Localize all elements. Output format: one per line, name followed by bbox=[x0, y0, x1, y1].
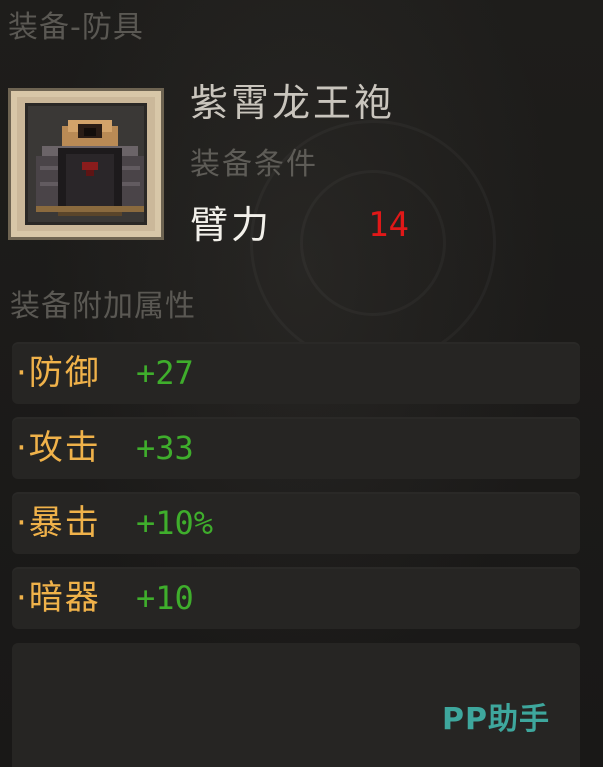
attribute-row-defense: ·防御 +27 bbox=[12, 342, 580, 404]
attribute-value: +27 bbox=[136, 354, 194, 392]
watermark: PP助手 bbox=[442, 702, 550, 737]
item-icon-slot bbox=[25, 103, 147, 225]
item-name: 紫霄龙王袍 bbox=[190, 81, 396, 125]
requirement-stat: 臂力 bbox=[190, 203, 273, 247]
equipment-panel: 装备-防具 紫霄龙王袍 装备条件 臂力 14 装备附加属性 ·防御 +27 ·攻… bbox=[0, 0, 603, 767]
attribute-name: ·暗器 bbox=[16, 578, 101, 618]
requirement-value: 14 bbox=[368, 205, 409, 245]
attribute-value: +10 bbox=[136, 579, 194, 617]
attribute-name: ·攻击 bbox=[16, 428, 101, 468]
attribute-name: ·防御 bbox=[16, 353, 101, 393]
requirement-label: 装备条件 bbox=[190, 147, 318, 182]
attribute-row-critical: ·暴击 +10% bbox=[12, 492, 580, 554]
attribute-name: ·暴击 bbox=[16, 503, 101, 543]
attribute-row-attack: ·攻击 +33 bbox=[12, 417, 580, 479]
attribute-value: +33 bbox=[136, 429, 194, 467]
attribute-value: +10% bbox=[136, 504, 214, 542]
attribute-row-hidden-weapon: ·暗器 +10 bbox=[12, 567, 580, 629]
robe-armor-icon bbox=[36, 120, 144, 216]
item-icon-frame[interactable] bbox=[8, 88, 164, 240]
panel-header: 装备-防具 bbox=[8, 10, 144, 45]
attributes-title: 装备附加属性 bbox=[10, 289, 196, 324]
